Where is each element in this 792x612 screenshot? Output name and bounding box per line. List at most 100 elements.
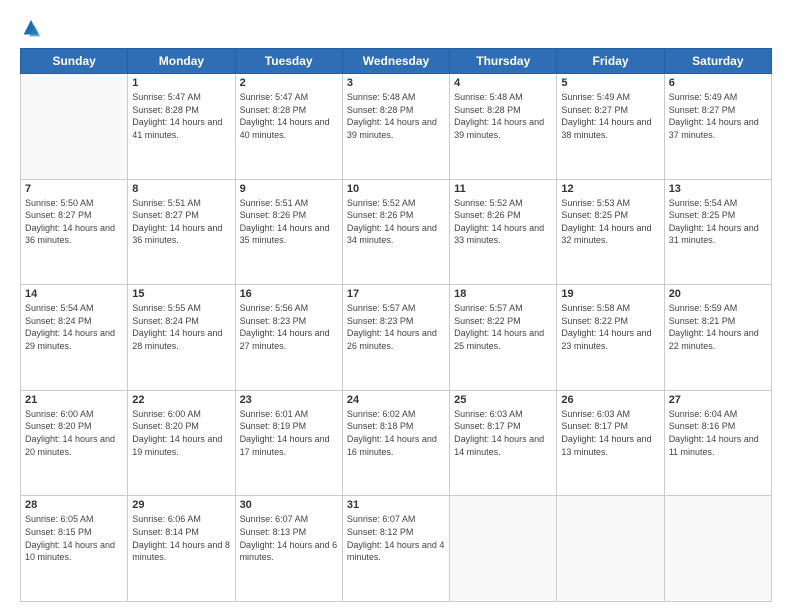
calendar-cell [557,496,664,602]
cell-info: Sunrise: 6:01 AMSunset: 8:19 PMDaylight:… [240,408,338,458]
day-number: 26 [561,394,659,406]
calendar-cell [21,74,128,180]
cell-info: Sunrise: 6:02 AMSunset: 8:18 PMDaylight:… [347,408,445,458]
cell-info: Sunrise: 6:06 AMSunset: 8:14 PMDaylight:… [132,513,230,563]
calendar-cell: 9 Sunrise: 5:51 AMSunset: 8:26 PMDaylight… [235,179,342,285]
cell-info: Sunrise: 5:54 AMSunset: 8:24 PMDaylight:… [25,302,123,352]
cell-info: Sunrise: 5:55 AMSunset: 8:24 PMDaylight:… [132,302,230,352]
cell-info: Sunrise: 6:03 AMSunset: 8:17 PMDaylight:… [561,408,659,458]
page: SundayMondayTuesdayWednesdayThursdayFrid… [0,0,792,612]
logo [20,18,44,40]
calendar-cell: 7 Sunrise: 5:50 AMSunset: 8:27 PMDaylight… [21,179,128,285]
cell-info: Sunrise: 5:48 AMSunset: 8:28 PMDaylight:… [454,91,552,141]
cell-info: Sunrise: 5:47 AMSunset: 8:28 PMDaylight:… [132,91,230,141]
calendar-cell: 25 Sunrise: 6:03 AMSunset: 8:17 PMDayligh… [450,390,557,496]
calendar-cell [450,496,557,602]
cell-info: Sunrise: 5:53 AMSunset: 8:25 PMDaylight:… [561,197,659,247]
calendar-header-row: SundayMondayTuesdayWednesdayThursdayFrid… [21,49,772,74]
calendar-cell: 2 Sunrise: 5:47 AMSunset: 8:28 PMDaylight… [235,74,342,180]
calendar-cell: 14 Sunrise: 5:54 AMSunset: 8:24 PMDayligh… [21,285,128,391]
calendar-cell: 13 Sunrise: 5:54 AMSunset: 8:25 PMDayligh… [664,179,771,285]
calendar-cell: 20 Sunrise: 5:59 AMSunset: 8:21 PMDayligh… [664,285,771,391]
calendar-cell: 23 Sunrise: 6:01 AMSunset: 8:19 PMDayligh… [235,390,342,496]
day-number: 7 [25,183,123,195]
cell-info: Sunrise: 5:51 AMSunset: 8:27 PMDaylight:… [132,197,230,247]
calendar-week-row: 1 Sunrise: 5:47 AMSunset: 8:28 PMDaylight… [21,74,772,180]
weekday-header-wednesday: Wednesday [342,49,449,74]
day-number: 23 [240,394,338,406]
calendar-week-row: 21 Sunrise: 6:00 AMSunset: 8:20 PMDayligh… [21,390,772,496]
day-number: 1 [132,77,230,89]
calendar-cell: 3 Sunrise: 5:48 AMSunset: 8:28 PMDaylight… [342,74,449,180]
cell-info: Sunrise: 6:00 AMSunset: 8:20 PMDaylight:… [25,408,123,458]
calendar-cell: 1 Sunrise: 5:47 AMSunset: 8:28 PMDaylight… [128,74,235,180]
cell-info: Sunrise: 5:47 AMSunset: 8:28 PMDaylight:… [240,91,338,141]
day-number: 12 [561,183,659,195]
cell-info: Sunrise: 6:07 AMSunset: 8:13 PMDaylight:… [240,513,338,563]
calendar-cell: 10 Sunrise: 5:52 AMSunset: 8:26 PMDayligh… [342,179,449,285]
calendar-table: SundayMondayTuesdayWednesdayThursdayFrid… [20,48,772,602]
day-number: 13 [669,183,767,195]
calendar-cell: 15 Sunrise: 5:55 AMSunset: 8:24 PMDayligh… [128,285,235,391]
day-number: 14 [25,288,123,300]
calendar-cell: 28 Sunrise: 6:05 AMSunset: 8:15 PMDayligh… [21,496,128,602]
header [20,18,772,40]
cell-info: Sunrise: 5:48 AMSunset: 8:28 PMDaylight:… [347,91,445,141]
cell-info: Sunrise: 5:59 AMSunset: 8:21 PMDaylight:… [669,302,767,352]
calendar-cell: 8 Sunrise: 5:51 AMSunset: 8:27 PMDaylight… [128,179,235,285]
day-number: 11 [454,183,552,195]
day-number: 15 [132,288,230,300]
weekday-header-tuesday: Tuesday [235,49,342,74]
calendar-cell: 16Sunrise: 5:56 AMSunset: 8:23 PMDayligh… [235,285,342,391]
calendar-week-row: 14 Sunrise: 5:54 AMSunset: 8:24 PMDayligh… [21,285,772,391]
weekday-header-monday: Monday [128,49,235,74]
day-number: 17 [347,288,445,300]
weekday-header-friday: Friday [557,49,664,74]
day-number: 21 [25,394,123,406]
calendar-cell: 17 Sunrise: 5:57 AMSunset: 8:23 PMDayligh… [342,285,449,391]
day-number: 4 [454,77,552,89]
cell-info: Sunrise: 5:54 AMSunset: 8:25 PMDaylight:… [669,197,767,247]
calendar-cell: 29Sunrise: 6:06 AMSunset: 8:14 PMDayligh… [128,496,235,602]
calendar-week-row: 7 Sunrise: 5:50 AMSunset: 8:27 PMDaylight… [21,179,772,285]
calendar-cell: 26 Sunrise: 6:03 AMSunset: 8:17 PMDayligh… [557,390,664,496]
calendar-cell: 31Sunrise: 6:07 AMSunset: 8:12 PMDayligh… [342,496,449,602]
day-number: 22 [132,394,230,406]
day-number: 5 [561,77,659,89]
day-number: 25 [454,394,552,406]
cell-info: Sunrise: 5:50 AMSunset: 8:27 PMDaylight:… [25,197,123,247]
calendar-cell: 4 Sunrise: 5:48 AMSunset: 8:28 PMDaylight… [450,74,557,180]
cell-info: Sunrise: 5:52 AMSunset: 8:26 PMDaylight:… [347,197,445,247]
weekday-header-saturday: Saturday [664,49,771,74]
cell-info: Sunrise: 5:58 AMSunset: 8:22 PMDaylight:… [561,302,659,352]
day-number: 2 [240,77,338,89]
day-number: 20 [669,288,767,300]
cell-info: Sunrise: 6:05 AMSunset: 8:15 PMDaylight:… [25,513,123,563]
day-number: 3 [347,77,445,89]
day-number: 27 [669,394,767,406]
calendar-cell: 6Sunrise: 5:49 AMSunset: 8:27 PMDaylight… [664,74,771,180]
cell-info: Sunrise: 5:57 AMSunset: 8:22 PMDaylight:… [454,302,552,352]
day-number: 9 [240,183,338,195]
calendar-week-row: 28 Sunrise: 6:05 AMSunset: 8:15 PMDayligh… [21,496,772,602]
day-number: 30 [240,499,338,511]
calendar-cell: 30 Sunrise: 6:07 AMSunset: 8:13 PMDayligh… [235,496,342,602]
logo-icon [20,18,42,40]
calendar-cell: 21 Sunrise: 6:00 AMSunset: 8:20 PMDayligh… [21,390,128,496]
cell-info: Sunrise: 6:00 AMSunset: 8:20 PMDaylight:… [132,408,230,458]
cell-info: Sunrise: 5:56 AMSunset: 8:23 PMDaylight:… [240,302,338,352]
cell-info: Sunrise: 6:07 AMSunset: 8:12 PMDaylight:… [347,513,445,563]
calendar-cell: 11Sunrise: 5:52 AMSunset: 8:26 PMDayligh… [450,179,557,285]
cell-info: Sunrise: 5:49 AMSunset: 8:27 PMDaylight:… [669,91,767,141]
day-number: 10 [347,183,445,195]
cell-info: Sunrise: 6:04 AMSunset: 8:16 PMDaylight:… [669,408,767,458]
day-number: 28 [25,499,123,511]
calendar-cell [664,496,771,602]
calendar-cell: 5Sunrise: 5:49 AMSunset: 8:27 PMDaylight… [557,74,664,180]
cell-info: Sunrise: 5:57 AMSunset: 8:23 PMDaylight:… [347,302,445,352]
cell-info: Sunrise: 6:03 AMSunset: 8:17 PMDaylight:… [454,408,552,458]
cell-info: Sunrise: 5:51 AMSunset: 8:26 PMDaylight:… [240,197,338,247]
day-number: 8 [132,183,230,195]
day-number: 24 [347,394,445,406]
weekday-header-thursday: Thursday [450,49,557,74]
